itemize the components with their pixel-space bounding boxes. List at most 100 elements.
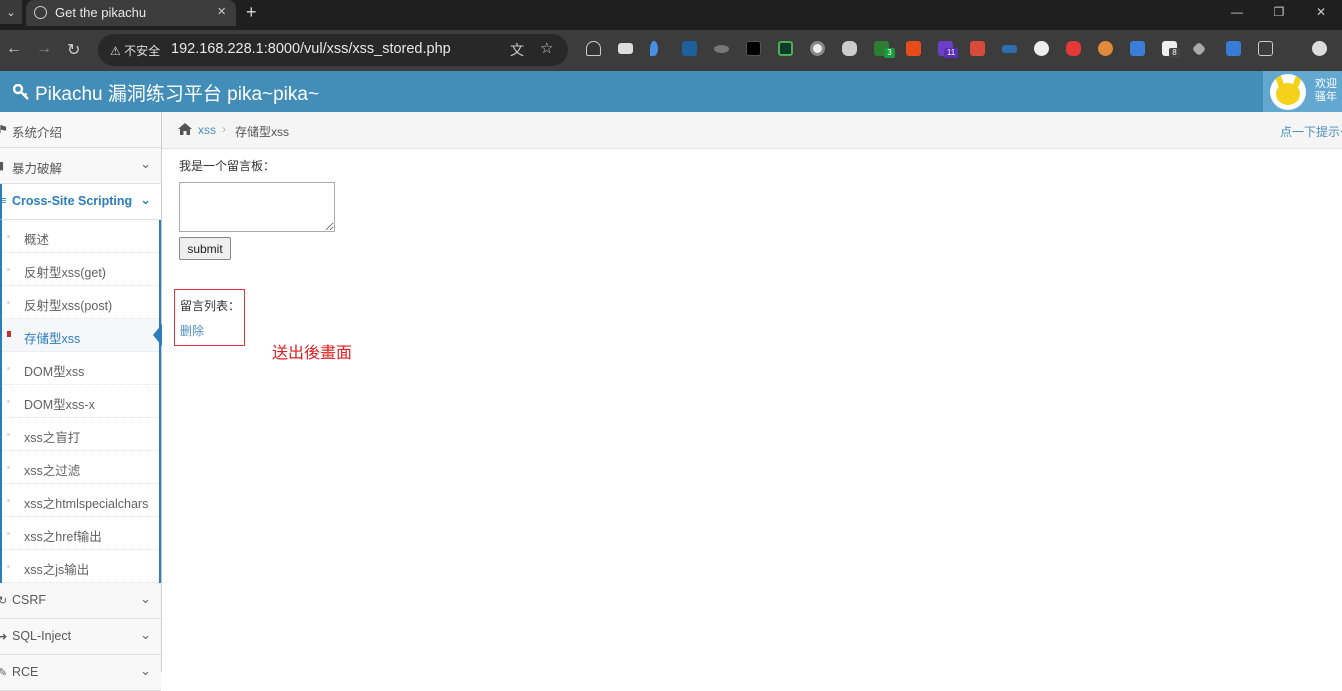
breadcrumb-current: 存储型xss — [235, 125, 290, 139]
submenu-item-js[interactable]: xss之js输出 — [2, 550, 159, 583]
key-icon — [12, 83, 29, 106]
submenu-item-label: xss之href输出 — [24, 530, 102, 544]
refresh-icon: ↻ — [0, 595, 8, 607]
list-icon: ≡ — [0, 195, 7, 207]
url-text[interactable]: 192.168.228.1:8000/vul/xss/xss_stored.ph… — [171, 41, 451, 57]
submenu-item-dom[interactable]: DOM型xss — [2, 352, 159, 385]
submenu-item-filter[interactable]: xss之过滤 — [2, 451, 159, 484]
close-tab-icon[interactable]: × — [217, 3, 226, 20]
chevron-down-icon: ⌄ — [140, 591, 151, 606]
extension-icon[interactable] — [906, 41, 921, 56]
not-secure-indicator[interactable]: ⚠ 不安全 — [110, 42, 160, 59]
chevron-down-icon: ⌄ — [140, 663, 151, 678]
active-marker-icon — [7, 331, 11, 337]
submenu-item-label: 反射型xss(get) — [24, 266, 106, 280]
extension-icon[interactable] — [1130, 41, 1145, 56]
puzzle-icon[interactable] — [1258, 41, 1273, 56]
extension-icon[interactable] — [714, 45, 729, 53]
cookie-icon[interactable] — [1098, 41, 1113, 56]
breadcrumb-separator-icon: › — [222, 122, 226, 136]
extension-icon[interactable] — [810, 41, 825, 56]
extension-icon[interactable] — [778, 41, 793, 56]
submenu-item-href[interactable]: xss之href输出 — [2, 517, 159, 550]
globe-icon — [34, 6, 47, 19]
bookmark-star-icon[interactable]: ☆ — [540, 39, 553, 57]
submenu-item-label: 存储型xss — [24, 332, 81, 346]
sidebar-item-sql-inject[interactable]: ➜ SQL-Inject ⌄ — [0, 619, 161, 655]
extension-icon[interactable] — [1034, 41, 1049, 56]
extension-icon[interactable] — [586, 41, 601, 56]
translate-icon[interactable]: 文 — [510, 40, 524, 60]
new-tab-button[interactable]: + — [246, 2, 257, 23]
submenu-item-label: xss之过滤 — [24, 464, 81, 478]
extension-icon[interactable] — [970, 41, 985, 56]
extension-badge: 3 — [884, 48, 895, 58]
sidebar-item-brute-force[interactable]: ▮ 暴力破解 ⌄ — [0, 148, 161, 184]
extension-icon[interactable] — [618, 43, 633, 54]
extension-icon[interactable] — [1226, 41, 1241, 56]
restore-button[interactable]: ❐ — [1258, 0, 1300, 24]
chevron-down-icon: ⌄ — [140, 192, 151, 207]
submit-button[interactable]: submit — [179, 237, 231, 260]
submenu-item-blind[interactable]: xss之盲打 — [2, 418, 159, 451]
pencil-icon: ✎ — [0, 667, 8, 679]
security-label: 不安全 — [124, 44, 161, 58]
xss-submenu: 概述 反射型xss(get) 反射型xss(post) 存储型xss DOM型x… — [0, 220, 162, 583]
map-pin-icon[interactable] — [650, 41, 658, 56]
sidebar-item-label: CSRF — [12, 593, 47, 607]
sidebar: ⚑ 系统介绍 ▮ 暴力破解 ⌄ ≡ Cross-Site Scripting ⌄… — [0, 112, 162, 691]
back-button[interactable]: ← — [6, 40, 22, 58]
tab-search-button[interactable]: ⌄ — [0, 0, 22, 24]
sidebar-item-xss[interactable]: ≡ Cross-Site Scripting ⌄ — [0, 184, 161, 220]
hint-link[interactable]: 点一下提示~ — [1280, 123, 1342, 140]
avatar — [1270, 74, 1306, 110]
welcome-text: 欢迎 骚年 — [1315, 78, 1337, 104]
submenu-item-label: 反射型xss(post) — [24, 299, 113, 313]
minimize-button[interactable]: — — [1216, 0, 1258, 24]
username: 骚年 — [1315, 91, 1337, 103]
delete-link[interactable]: 删除 — [180, 322, 204, 339]
extension-badge: 8 — [1169, 48, 1180, 58]
sidebar-item-label: 暴力破解 — [12, 162, 63, 176]
welcome-line: 欢迎 — [1315, 78, 1337, 90]
extension-icon[interactable] — [682, 41, 697, 56]
extension-icon[interactable] — [1002, 45, 1017, 53]
submenu-item-stored[interactable]: 存储型xss — [2, 319, 162, 352]
submenu-item-htmlspecialchars[interactable]: xss之htmlspecialchars — [2, 484, 159, 517]
sidebar-item-csrf[interactable]: ↻ CSRF ⌄ — [0, 583, 161, 619]
submenu-item-label: xss之htmlspecialchars — [24, 497, 149, 511]
arrow-right-icon: ➜ — [0, 631, 8, 643]
submenu-item-label: xss之盲打 — [24, 431, 81, 445]
home-icon[interactable] — [177, 122, 193, 136]
submenu-item-reflected-get[interactable]: 反射型xss(get) — [2, 253, 159, 286]
close-window-button[interactable]: ✕ — [1300, 0, 1342, 24]
browser-tab[interactable]: Get the pikachu × — [26, 0, 236, 26]
submenu-item-label: DOM型xss — [24, 365, 85, 379]
reload-button[interactable]: ↻ — [67, 40, 80, 60]
profile-icon[interactable] — [1312, 41, 1327, 56]
tab-title: Get the pikachu — [55, 5, 147, 20]
brand-link[interactable]: Pikachu 漏洞练习平台 pika~pika~ — [12, 79, 319, 106]
submenu-item-overview[interactable]: 概述 — [2, 220, 159, 253]
chevron-down-icon: ⌄ — [140, 156, 151, 171]
user-menu[interactable]: 欢迎 骚年 — [1263, 71, 1342, 112]
extension-icon[interactable] — [1191, 41, 1207, 57]
message-board-label: 我是一个留言板： — [179, 159, 276, 173]
extension-icon[interactable] — [746, 41, 761, 56]
breadcrumb-link-xss[interactable]: xss — [198, 123, 216, 137]
extension-icon[interactable] — [1066, 41, 1081, 56]
extension-icon[interactable] — [842, 41, 857, 56]
sidebar-item-intro[interactable]: ⚑ 系统介绍 — [0, 112, 161, 148]
extension-badge: 11 — [944, 48, 958, 58]
sidebar-item-label: Cross-Site Scripting — [12, 194, 133, 208]
desktop-icon: ⚑ — [0, 124, 8, 136]
browser-tab-bar: ⌄ Get the pikachu × + — ❐ ✕ — [0, 0, 1342, 30]
message-textarea[interactable] — [179, 182, 335, 232]
submenu-item-label: 概述 — [24, 233, 50, 247]
sidebar-item-label: RCE — [12, 665, 39, 679]
submenu-item-reflected-post[interactable]: 反射型xss(post) — [2, 286, 159, 319]
sidebar-item-rce[interactable]: ✎ RCE ⌄ — [0, 655, 161, 691]
forward-button[interactable]: → — [36, 40, 52, 58]
address-bar[interactable]: ⚠ 不安全 192.168.228.1:8000/vul/xss/xss_sto… — [98, 34, 568, 66]
submenu-item-dom-x[interactable]: DOM型xss-x — [2, 385, 159, 418]
